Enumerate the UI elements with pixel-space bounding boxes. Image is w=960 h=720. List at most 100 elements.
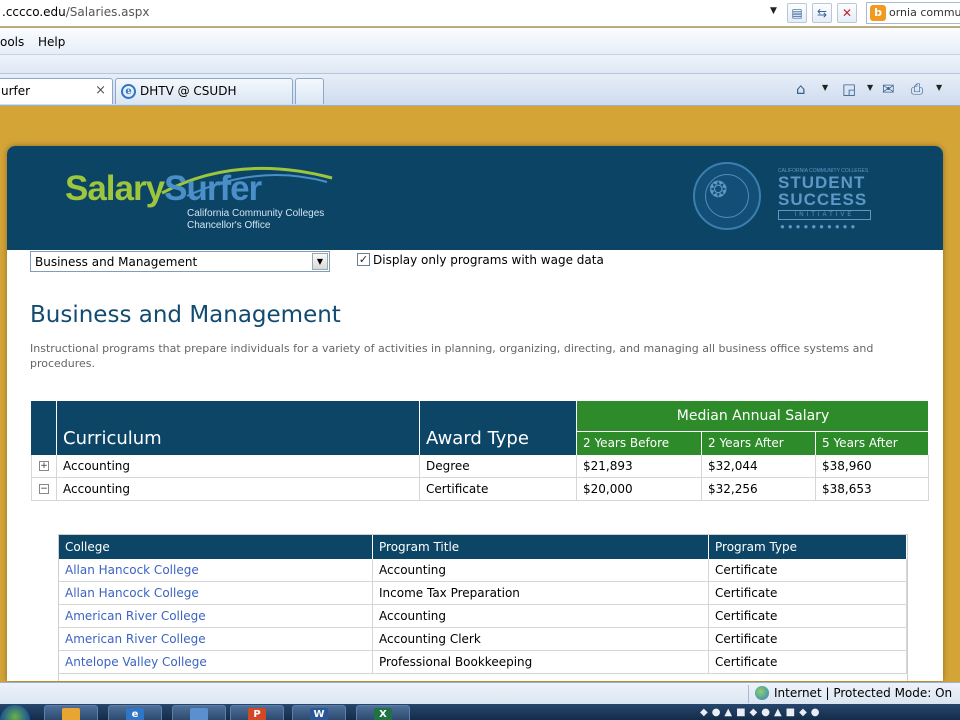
url-field[interactable]: .cccco.edu/Salaries.aspx	[2, 5, 150, 19]
taskbar-explorer-button[interactable]	[44, 705, 98, 720]
salary-before2-cell: $20,000	[577, 478, 702, 501]
tab-strip: urfer × e DHTV @ CSUDH ⌂ ▼ ◲ ▼ ✉ ⎙ ▼	[0, 74, 960, 106]
program-title-cell: Income Tax Preparation	[373, 582, 709, 605]
taskbar-excel-button[interactable]: X	[356, 705, 410, 720]
ssi-line-1: STUDENT	[778, 173, 866, 192]
curriculum-cell: Accounting	[57, 478, 420, 501]
college-link[interactable]: Allan Hancock College	[59, 559, 373, 582]
folder-icon	[62, 708, 80, 720]
taskbar: e P W X ◆●▲■◆●▲■◆●	[0, 704, 960, 720]
taskbar-app-button[interactable]	[172, 705, 226, 720]
program-description: Instructional programs that prepare indi…	[30, 342, 874, 370]
wage-data-checkbox-label[interactable]: Display only programs with wage data	[373, 253, 604, 267]
wage-data-checkbox[interactable]: ✓	[357, 253, 370, 266]
award-type-cell: Certificate	[420, 478, 577, 501]
salary-after5-cell: $38,960	[816, 455, 929, 478]
program-type-cell: Certificate	[709, 628, 907, 651]
print-icon[interactable]: ⎙	[911, 80, 923, 98]
powerpoint-icon: P	[248, 708, 266, 720]
tab-label: urfer	[1, 84, 31, 98]
curriculum-cell: Accounting	[57, 455, 420, 478]
tab-salary-surfer[interactable]: urfer ×	[0, 78, 113, 104]
globe-icon	[755, 686, 769, 700]
seal-shell-icon: ❂	[709, 178, 728, 203]
feeds-dropdown-icon[interactable]: ▼	[867, 83, 873, 92]
five-years-after-header[interactable]: 5 Years After	[816, 432, 929, 455]
program-title-cell: Accounting	[373, 605, 709, 628]
feeds-icon[interactable]: ◲	[842, 80, 856, 98]
logo-salary-text: Salary	[65, 169, 165, 208]
five-years-after-label: 5 Years After	[822, 436, 898, 450]
new-tab-button[interactable]	[295, 78, 324, 104]
taskbar-powerpoint-button[interactable]: P	[230, 705, 284, 720]
college-link[interactable]: Antelope Valley College	[59, 651, 373, 674]
favorites-bar	[0, 55, 960, 74]
address-dropdown-icon[interactable]: ▼	[770, 6, 777, 16]
tab-dhtv[interactable]: e DHTV @ CSUDH	[115, 78, 293, 104]
ssi-dots: ●●●●●●●●●●	[780, 222, 859, 231]
salary-surfer-logo[interactable]: SalarySurfer	[65, 169, 262, 209]
college-header[interactable]: College	[59, 535, 373, 559]
logo-subtitle-line-1: California Community Colleges	[187, 208, 325, 219]
internet-explorer-icon: e	[121, 84, 136, 99]
compatibility-view-icon[interactable]: ▤	[787, 3, 807, 23]
bing-logo-icon: b	[870, 5, 886, 21]
taskbar-ie-button[interactable]: e	[108, 705, 162, 720]
program-title-cell: Accounting Clerk	[373, 628, 709, 651]
page-title: Business and Management	[30, 302, 341, 328]
award-type-cell: Degree	[420, 455, 577, 478]
college-detail-table: College Program Title Program Type Allan…	[58, 534, 908, 681]
logo-subtitle-line-2: Chancellor's Office	[187, 220, 271, 231]
system-tray[interactable]: ◆●▲■◆●▲■◆●	[700, 707, 824, 718]
search-input[interactable]: ornia commu	[889, 6, 960, 19]
site-banner: SalarySurfer California Community Colleg…	[7, 146, 943, 250]
collapse-icon[interactable]: −	[39, 484, 49, 494]
college-seal-icon: ❂	[693, 162, 761, 230]
program-select[interactable]: Business and Management ▼	[30, 251, 330, 272]
program-title-cell: Professional Bookkeeping	[373, 651, 709, 674]
status-bar: Internet | Protected Mode: On	[0, 682, 960, 704]
home-icon[interactable]: ⌂	[796, 80, 806, 98]
median-salary-header-label: Median Annual Salary	[676, 408, 830, 424]
two-years-after-label: 2 Years After	[708, 436, 784, 450]
home-dropdown-icon[interactable]: ▼	[822, 83, 828, 92]
taskbar-word-button[interactable]: W	[292, 705, 346, 720]
search-box[interactable]: b ornia commu	[866, 2, 960, 24]
menu-help[interactable]: Help	[38, 35, 65, 49]
ssi-line-3: INITIATIVE	[778, 210, 871, 220]
start-button[interactable]	[0, 705, 30, 720]
two-years-before-label: 2 Years Before	[583, 436, 670, 450]
print-dropdown-icon[interactable]: ▼	[936, 83, 942, 92]
logo-subtitle: California Community Colleges Chancellor…	[187, 208, 324, 232]
college-link[interactable]: Allan Hancock College	[59, 582, 373, 605]
program-title-header[interactable]: Program Title	[373, 535, 709, 559]
award-type-header[interactable]: Award Type	[420, 401, 577, 455]
two-years-after-header[interactable]: 2 Years After	[702, 432, 816, 455]
median-salary-header: Median Annual Salary	[577, 401, 929, 432]
chevron-down-icon[interactable]: ▼	[312, 253, 328, 270]
tab-label: DHTV @ CSUDH	[140, 84, 237, 98]
two-years-before-header[interactable]: 2 Years Before	[577, 432, 702, 455]
program-type-cell: Certificate	[709, 582, 907, 605]
college-link[interactable]: American River College	[59, 605, 373, 628]
menu-tools[interactable]: ools	[0, 35, 24, 49]
salary-after2-cell: $32,256	[702, 478, 816, 501]
status-divider	[748, 685, 749, 703]
college-link[interactable]: American River College	[59, 628, 373, 651]
page-card: SalarySurfer California Community Colleg…	[7, 146, 943, 681]
tab-close-icon[interactable]: ×	[95, 83, 106, 98]
mail-icon[interactable]: ✉	[882, 80, 895, 98]
logo-surfer-text: Surfer	[164, 169, 262, 208]
stop-icon[interactable]: ✕	[837, 3, 857, 23]
collapse-cell: −	[31, 478, 57, 501]
excel-icon: X	[374, 708, 392, 720]
url-path: /Salaries.aspx	[65, 5, 150, 19]
security-zone-text[interactable]: Internet | Protected Mode: On	[774, 686, 952, 700]
expand-cell: +	[31, 455, 57, 478]
curriculum-header[interactable]: Curriculum	[57, 401, 420, 455]
expand-icon[interactable]: +	[39, 461, 49, 471]
curriculum-header-label: Curriculum	[63, 428, 162, 449]
refresh-icon[interactable]: ⇆	[812, 3, 832, 23]
expand-column-header	[31, 401, 57, 455]
program-type-header[interactable]: Program Type	[709, 535, 907, 559]
